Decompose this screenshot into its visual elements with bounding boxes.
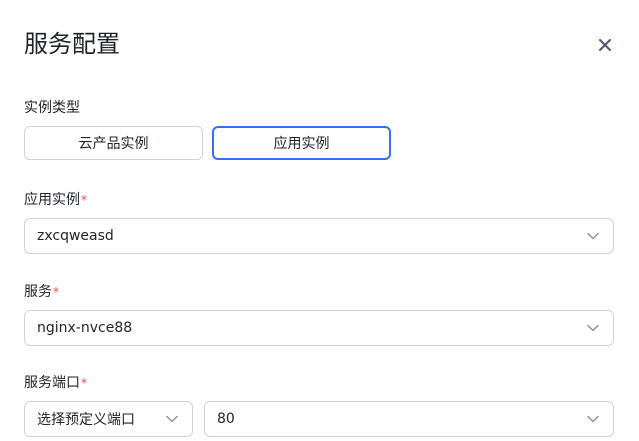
- port-mode-select-value: 选择预定义端口: [37, 412, 135, 428]
- required-mark: *: [53, 285, 59, 299]
- app-instance-select[interactable]: zxcqweasd: [24, 218, 614, 254]
- app-instance-label: 应用实例*: [24, 190, 87, 210]
- app-instance-option-label: 应用实例: [273, 136, 330, 152]
- instance-type-label: 实例类型: [24, 98, 80, 118]
- port-mode-select[interactable]: 选择预定义端口: [24, 401, 193, 437]
- service-label-text: 服务: [24, 284, 52, 300]
- service-select[interactable]: nginx-nvce88: [24, 310, 614, 346]
- instance-type-label-text: 实例类型: [24, 100, 80, 116]
- chevron-down-icon: [166, 415, 178, 423]
- required-mark: *: [81, 193, 87, 207]
- service-port-label-text: 服务端口: [24, 375, 80, 391]
- chevron-down-icon: [587, 232, 599, 240]
- chevron-down-icon: [587, 324, 599, 332]
- dialog-title: 服务配置: [24, 30, 120, 58]
- close-icon: [599, 39, 611, 51]
- chevron-down-icon: [587, 415, 599, 423]
- app-instance-select-value: zxcqweasd: [37, 228, 114, 244]
- required-mark: *: [81, 376, 87, 390]
- service-port-label: 服务端口*: [24, 373, 87, 393]
- service-select-value: nginx-nvce88: [37, 320, 133, 336]
- port-value-select[interactable]: 80: [204, 401, 614, 437]
- service-config-dialog: 服务配置 实例类型 云产品实例 应用实例 应用实例* zxcqweasd 服务*…: [0, 0, 639, 441]
- port-value-select-value: 80: [217, 411, 235, 427]
- app-instance-label-text: 应用实例: [24, 192, 80, 208]
- service-label: 服务*: [24, 282, 59, 302]
- cloud-product-label: 云产品实例: [78, 136, 149, 152]
- close-button[interactable]: [594, 34, 616, 56]
- instance-type-cloud-product-button[interactable]: 云产品实例: [24, 126, 203, 160]
- instance-type-app-instance-button[interactable]: 应用实例: [212, 126, 391, 160]
